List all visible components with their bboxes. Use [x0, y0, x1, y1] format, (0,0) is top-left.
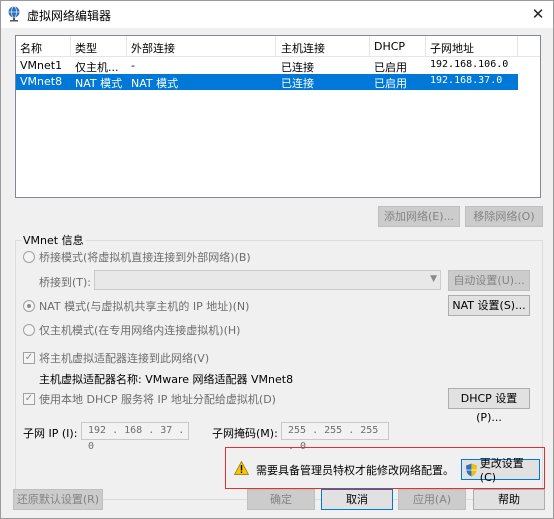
host-only-label: 仅主机模式(在专用网络内连接虚拟机)(H)	[39, 324, 241, 337]
row-name: VMnet1	[20, 59, 63, 72]
row-external: -	[131, 59, 135, 72]
table-row[interactable]: VMnet8 NAT 模式 NAT 模式 已连接 已启用 192.168.37.…	[16, 74, 518, 90]
column-header-external[interactable]: 外部连接	[131, 40, 175, 57]
adapter-name-label: 主机虚拟适配器名称: VMware 网络适配器 VMnet8	[39, 373, 294, 386]
title-bar: 虚拟网络编辑器 ✕	[1, 1, 553, 28]
virtual-network-editor-window: 虚拟网络编辑器 ✕ 名称 类型 外部连接 主机连接 DHCP 子网地址 VMne…	[0, 0, 554, 519]
dhcp-checkbox[interactable]: ✓	[23, 393, 35, 405]
nat-mode-option[interactable]: NAT 模式(与虚拟机共享主机的 IP 地址)(N)	[23, 298, 249, 314]
row-host: 已连接	[281, 77, 314, 90]
row-type: 仅主机...	[75, 61, 119, 74]
connect-adapter-label: 将主机虚拟适配器连接到此网络(V)	[39, 352, 210, 365]
dhcp-label: 使用本地 DHCP 服务将 IP 地址分配给虚拟机(D)	[39, 393, 276, 406]
chevron-down-icon: ▼	[430, 274, 437, 284]
auto-settings-button[interactable]: 自动设置(U)...	[448, 270, 530, 291]
close-button[interactable]: ✕	[529, 5, 547, 23]
nat-mode-radio[interactable]	[23, 300, 35, 312]
subnet-mask-field[interactable]: 255 . 255 . 255 . 0	[281, 422, 389, 452]
subnet-ip-field[interactable]: 192 . 168 . 37 . 0	[81, 422, 189, 452]
column-header-name[interactable]: 名称	[20, 40, 42, 57]
row-dhcp: 已启用	[374, 61, 407, 74]
add-network-button[interactable]: 添加网络(E)...	[378, 206, 460, 227]
row-dhcp: 已启用	[374, 77, 407, 90]
connect-adapter-option[interactable]: ✓ 将主机虚拟适配器连接到此网络(V)	[23, 350, 209, 366]
row-external: NAT 模式	[131, 77, 179, 90]
restore-defaults-button[interactable]: 还原默认设置(R)	[13, 489, 103, 510]
column-header-host[interactable]: 主机连接	[281, 40, 325, 57]
admin-warning-text: 需要具备管理员特权才能修改网络配置。	[256, 464, 454, 477]
dhcp-settings-button[interactable]: DHCP 设置(P)...	[448, 388, 530, 424]
subnet-ip-label: 子网 IP (I):	[23, 427, 78, 440]
bridge-mode-radio[interactable]	[23, 251, 35, 263]
nat-mode-label: NAT 模式(与虚拟机共享主机的 IP 地址)(N)	[39, 300, 250, 313]
row-subnet: 192.168.106.0	[430, 59, 509, 70]
nat-settings-button[interactable]: NAT 设置(S)...	[448, 295, 530, 316]
row-name: VMnet8	[20, 75, 63, 88]
host-only-radio[interactable]	[23, 324, 35, 336]
admin-warning-panel: 需要具备管理员特权才能修改网络配置。 更改设置(C)	[225, 447, 545, 489]
row-type: NAT 模式	[75, 77, 123, 90]
table-row[interactable]: VMnet1 仅主机... - 已连接 已启用 192.168.106.0	[16, 58, 518, 74]
cancel-button[interactable]: 取消	[321, 489, 393, 510]
network-globe-icon	[8, 6, 20, 22]
column-header-type[interactable]: 类型	[75, 40, 97, 57]
row-host: 已连接	[281, 61, 314, 74]
vmnet-info-label: VMnet 信息	[21, 232, 86, 248]
bridge-to-label: 桥接到(T):	[39, 276, 92, 289]
uac-shield-icon	[465, 463, 477, 476]
row-subnet: 192.168.37.0	[430, 75, 503, 86]
bridge-mode-label: 桥接模式(将虚拟机直接连接到外部网络)(B)	[39, 251, 251, 264]
bridge-to-select[interactable]: ▼	[94, 270, 441, 290]
warning-triangle-icon	[234, 461, 249, 475]
bridge-mode-option[interactable]: 桥接模式(将虚拟机直接连接到外部网络)(B)	[23, 249, 251, 265]
connect-adapter-checkbox[interactable]: ✓	[23, 352, 35, 364]
ok-button[interactable]: 确定	[247, 489, 315, 510]
remove-network-button[interactable]: 移除网络(O)	[465, 206, 543, 227]
change-settings-label: 更改设置(C)	[479, 457, 524, 484]
change-settings-button[interactable]: 更改设置(C)	[461, 457, 540, 484]
network-list[interactable]: 名称 类型 外部连接 主机连接 DHCP 子网地址 VMnet1 仅主机... …	[15, 35, 541, 198]
dhcp-option[interactable]: ✓ 使用本地 DHCP 服务将 IP 地址分配给虚拟机(D)	[23, 391, 276, 407]
host-only-option[interactable]: 仅主机模式(在专用网络内连接虚拟机)(H)	[23, 322, 240, 338]
close-icon: ✕	[531, 5, 545, 23]
column-header-dhcp[interactable]: DHCP	[374, 40, 405, 57]
column-header-subnet[interactable]: 子网地址	[430, 40, 474, 57]
subnet-mask-label: 子网掩码(M):	[212, 427, 278, 440]
help-button[interactable]: 帮助	[473, 489, 545, 510]
apply-button[interactable]: 应用(A)	[398, 489, 466, 510]
network-list-header: 名称 类型 外部连接 主机连接 DHCP 子网地址	[16, 36, 540, 57]
window-title: 虚拟网络编辑器	[27, 9, 112, 23]
